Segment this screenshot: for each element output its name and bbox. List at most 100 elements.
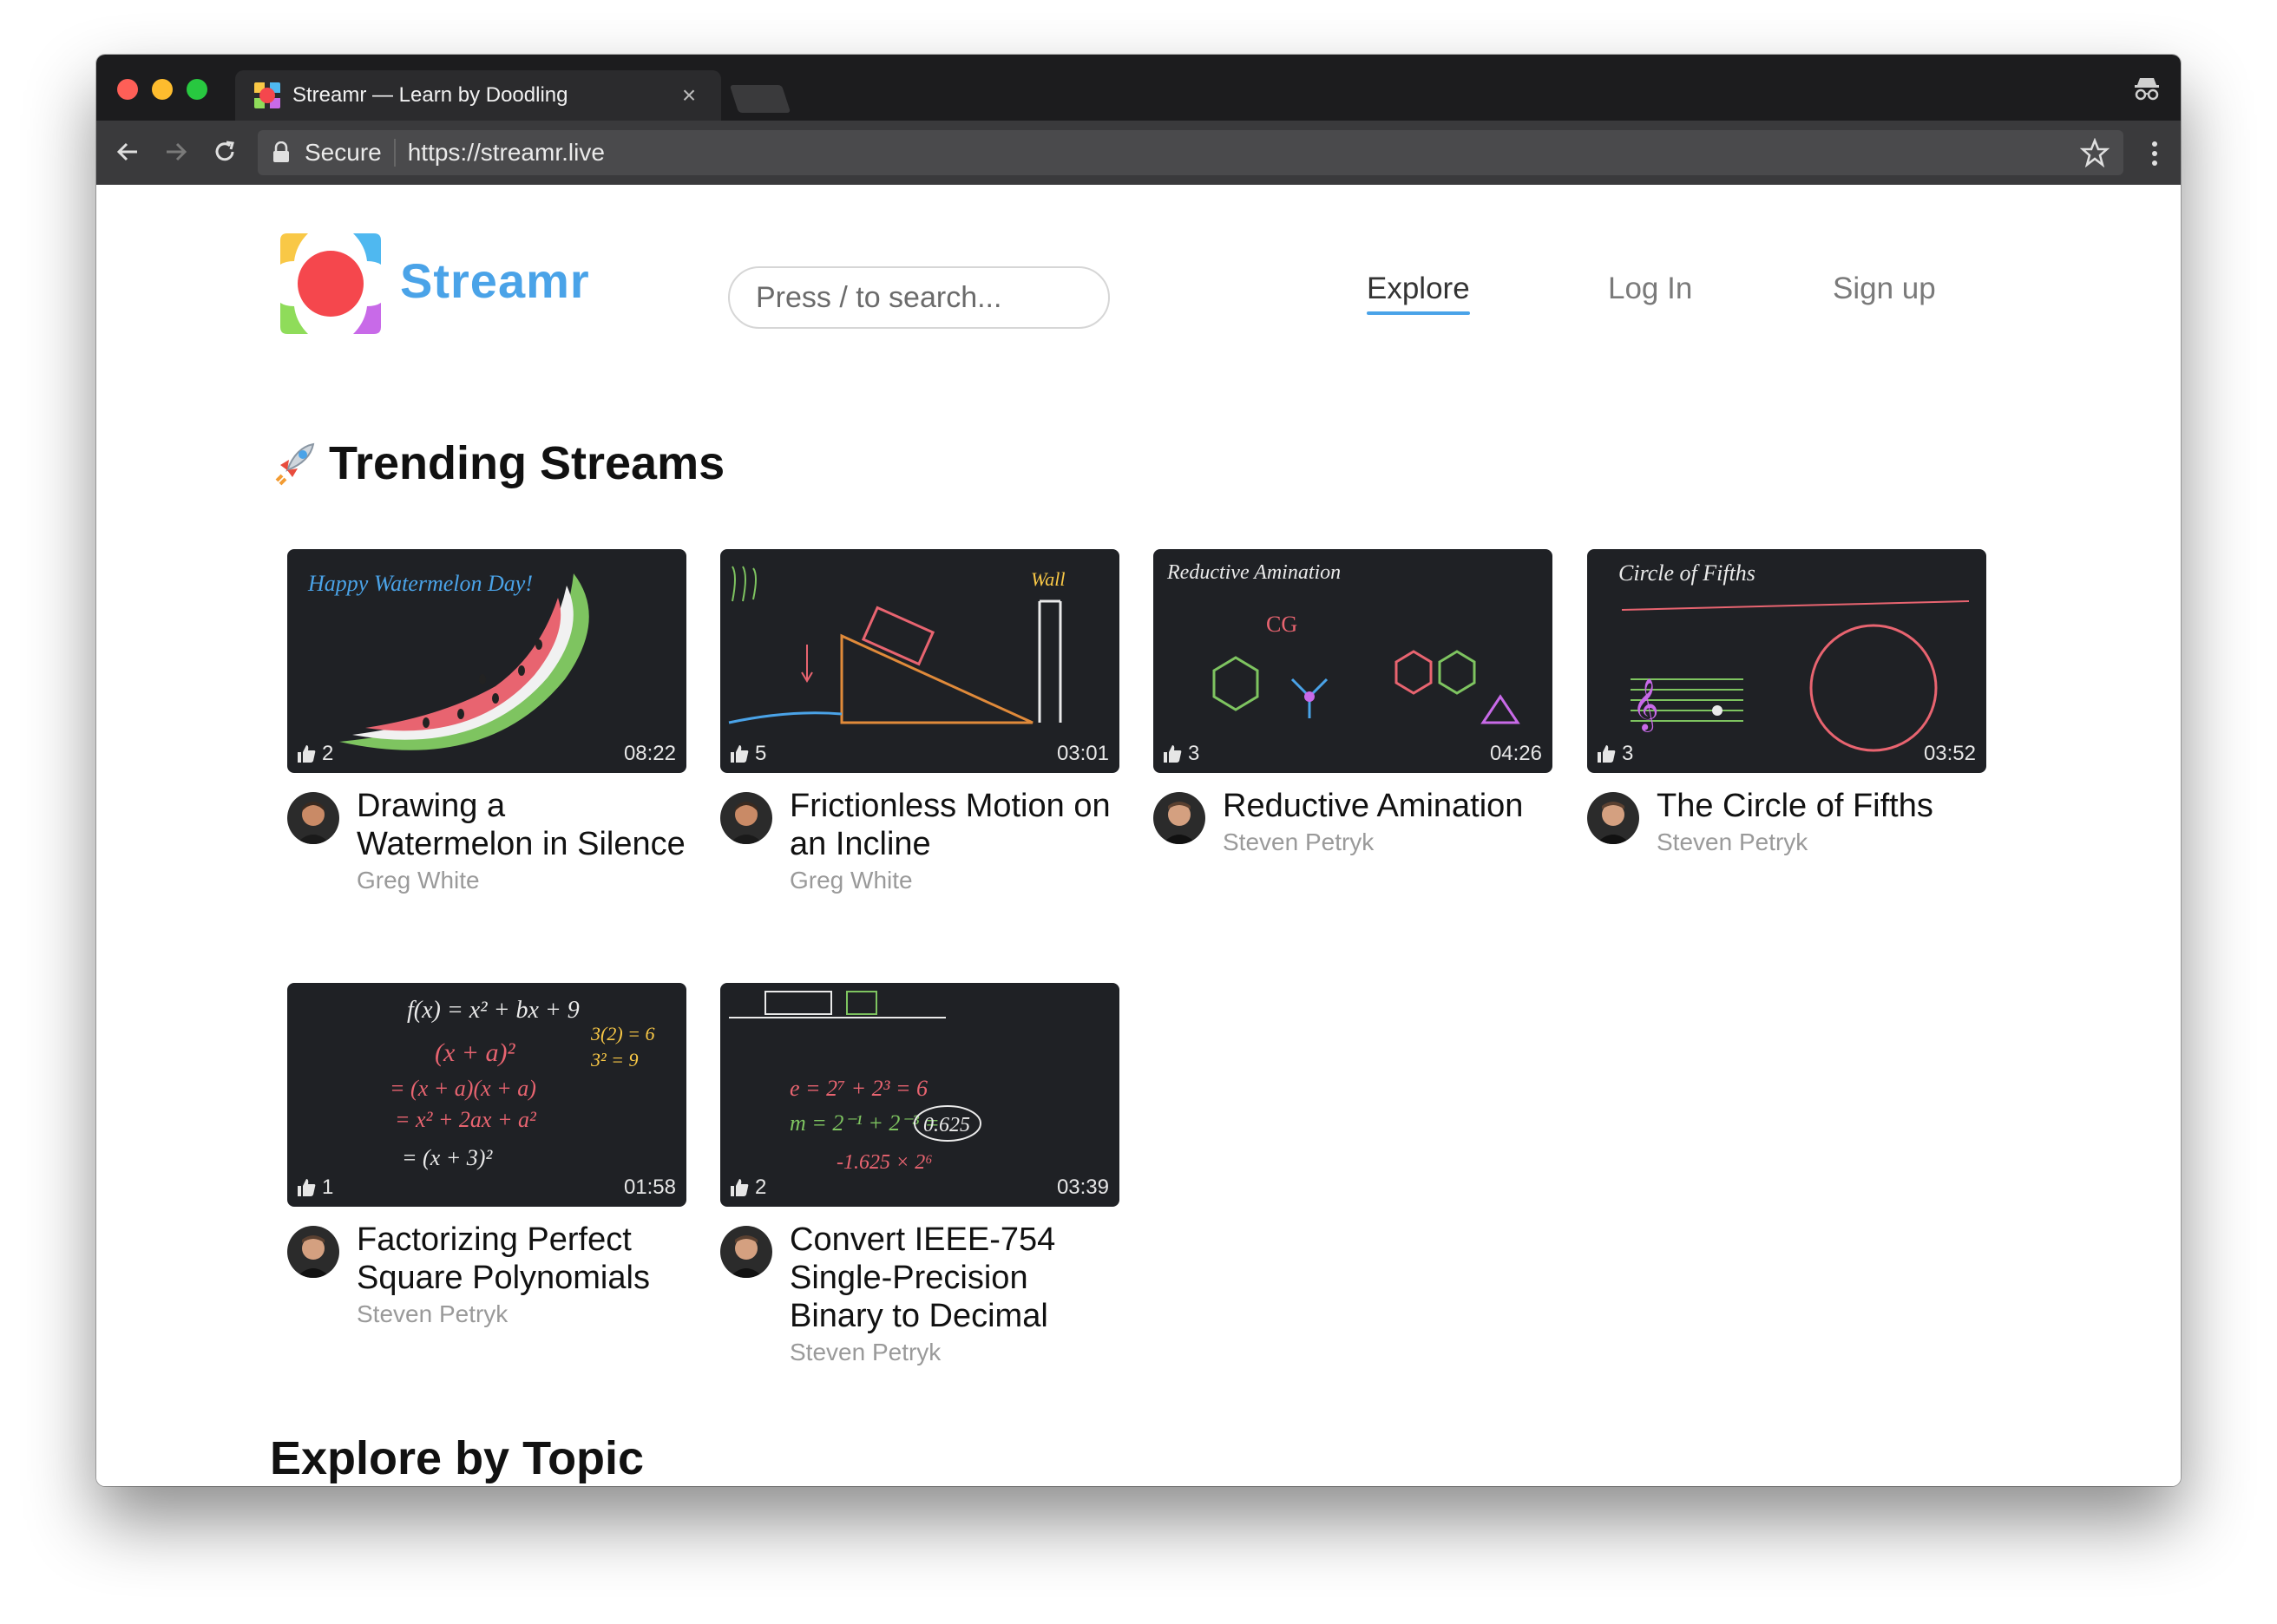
svg-text:CG: CG xyxy=(1266,612,1297,637)
brand-name[interactable]: Streamr xyxy=(400,252,590,309)
explore-section-heading: Explore by Topic xyxy=(270,1431,644,1485)
stream-title[interactable]: Reductive Amination xyxy=(1223,787,1552,825)
like-count: 2 xyxy=(296,742,333,766)
nav-explore-link[interactable]: Explore xyxy=(1367,272,1470,315)
stream-author[interactable]: Steven Petryk xyxy=(790,1339,1119,1366)
window-maximize-button[interactable] xyxy=(187,79,207,100)
streamr-logo-icon[interactable] xyxy=(277,230,384,337)
avatar[interactable] xyxy=(720,792,772,844)
thumbs-up-icon xyxy=(1598,745,1616,763)
thumb-text: Happy Watermelon Day! xyxy=(307,571,533,596)
like-count: 3 xyxy=(1162,742,1199,766)
page-content: Streamr Explore Log In Sign up Trending … xyxy=(96,185,2181,1486)
lock-icon xyxy=(273,141,289,162)
duration-badge: 01:58 xyxy=(623,1175,676,1199)
favicon-icon xyxy=(254,82,280,108)
like-count-value: 3 xyxy=(1188,742,1200,765)
duration-badge: 03:52 xyxy=(1923,742,1976,765)
stream-title[interactable]: The Circle of Fifths xyxy=(1657,787,1986,825)
forward-button[interactable] xyxy=(159,134,194,169)
star-icon[interactable] xyxy=(2080,138,2110,167)
tab-title: Streamr — Learn by Doodling xyxy=(292,83,568,107)
like-count-value: 3 xyxy=(1622,742,1634,765)
like-count: 1 xyxy=(296,1175,333,1200)
tab-close-icon[interactable]: × xyxy=(676,82,702,109)
thumb-text: Circle of Fifths xyxy=(1618,560,1755,586)
forward-arrow-icon xyxy=(167,142,187,161)
back-button[interactable] xyxy=(110,134,145,169)
incognito-icon xyxy=(2135,78,2159,101)
svg-text:m = 2⁻¹ + 2⁻³ =: m = 2⁻¹ + 2⁻³ = xyxy=(790,1110,940,1136)
thumb-text: Wall xyxy=(1031,568,1066,590)
stream-card[interactable]: e = 2⁷ + 2³ = 6 m = 2⁻¹ + 2⁻³ = 0.625 -1… xyxy=(720,983,1119,1366)
stream-card[interactable]: Circle of Fifths 𝄞 3 03:52 The Circle of… xyxy=(1587,549,1986,856)
duration-badge: 08:22 xyxy=(623,742,676,765)
stream-title[interactable]: Drawing a Watermelon in Silence xyxy=(357,787,686,863)
trending-title: Trending Streams xyxy=(329,437,725,489)
stream-author[interactable]: Greg White xyxy=(790,867,1119,894)
svg-text:(x + a)²: (x + a)² xyxy=(435,1038,516,1067)
window-minimize-button[interactable] xyxy=(152,79,173,100)
tab-strip: Streamr — Learn by Doodling × xyxy=(96,55,2181,121)
stream-card[interactable]: Wall 5 03:01 Frictionless Motion on an I… xyxy=(720,549,1119,894)
stream-card[interactable]: Reductive Amination CG 3 04:26 Reductive… xyxy=(1153,549,1552,856)
stream-thumbnail[interactable]: e = 2⁷ + 2³ = 6 m = 2⁻¹ + 2⁻³ = 0.625 -1… xyxy=(720,983,1119,1207)
stream-card[interactable]: f(x) = x² + bx + 9 (x + a)² = (x + a)(x … xyxy=(287,983,686,1328)
stream-thumbnail[interactable]: f(x) = x² + bx + 9 (x + a)² = (x + a)(x … xyxy=(287,983,686,1207)
avatar[interactable] xyxy=(287,792,339,844)
like-count: 2 xyxy=(729,1175,766,1200)
thumbs-up-icon xyxy=(731,1179,749,1196)
svg-text:= (x + 3)²: = (x + 3)² xyxy=(402,1145,493,1170)
address-bar[interactable]: Secure https://streamr.live xyxy=(258,130,2123,175)
rocket-icon xyxy=(275,442,315,486)
url-text[interactable]: https://streamr.live xyxy=(408,139,2080,167)
trending-section-heading: Trending Streams xyxy=(270,436,725,490)
nav-signup-link[interactable]: Sign up xyxy=(1833,272,1936,306)
thumbs-up-icon xyxy=(731,745,749,763)
stream-title[interactable]: Frictionless Motion on an Incline xyxy=(790,787,1119,863)
avatar[interactable] xyxy=(1587,792,1639,844)
browser-toolbar: Secure https://streamr.live xyxy=(96,121,2181,185)
like-count-value: 2 xyxy=(755,1175,767,1199)
stream-thumbnail[interactable]: Circle of Fifths 𝄞 3 03:52 xyxy=(1587,549,1986,773)
duration-badge: 03:01 xyxy=(1056,742,1109,765)
thumbs-up-icon xyxy=(298,745,316,763)
back-arrow-icon xyxy=(116,142,137,161)
avatar[interactable] xyxy=(1153,792,1205,844)
stream-title[interactable]: Convert IEEE-754 Single-Precision Binary… xyxy=(790,1221,1119,1335)
window-close-button[interactable] xyxy=(117,79,138,100)
stream-thumbnail[interactable]: Wall 5 03:01 xyxy=(720,549,1119,773)
stream-author[interactable]: Steven Petryk xyxy=(1223,828,1552,856)
like-count-value: 1 xyxy=(322,1175,334,1199)
avatar[interactable] xyxy=(720,1226,772,1278)
stream-card[interactable]: Happy Watermelon Day! 2 08:22 Drawing a … xyxy=(287,549,686,894)
browser-tab[interactable]: Streamr — Learn by Doodling × xyxy=(235,70,721,121)
ieee754-drawing: e = 2⁷ + 2³ = 6 m = 2⁻¹ + 2⁻³ = 0.625 -1… xyxy=(729,991,981,1174)
stream-author[interactable]: Greg White xyxy=(357,867,686,894)
amination-drawing: Reductive Amination CG xyxy=(1166,561,1520,724)
stream-author[interactable]: Steven Petryk xyxy=(1657,828,1986,856)
new-tab-button[interactable] xyxy=(729,85,791,113)
svg-text:3² = 9: 3² = 9 xyxy=(590,1049,638,1071)
svg-text:-1.625 × 2⁶: -1.625 × 2⁶ xyxy=(837,1151,933,1174)
stream-author[interactable]: Steven Petryk xyxy=(357,1300,686,1328)
svg-text:= (x + a)(x + a): = (x + a)(x + a) xyxy=(390,1076,536,1101)
stream-title[interactable]: Factorizing Perfect Square Polynomials xyxy=(357,1221,686,1297)
stream-thumbnail[interactable]: Reductive Amination CG 3 04:26 xyxy=(1153,549,1552,773)
thumb-text: 0.625 xyxy=(923,1114,970,1136)
svg-text:= x² + 2ax + a²: = x² + 2ax + a² xyxy=(395,1107,537,1132)
nav-login-link[interactable]: Log In xyxy=(1608,272,1692,306)
reload-button[interactable] xyxy=(207,134,242,169)
like-count-value: 2 xyxy=(322,742,334,765)
search-input[interactable] xyxy=(728,266,1110,329)
svg-text:e = 2⁷ + 2³ = 6: e = 2⁷ + 2³ = 6 xyxy=(790,1076,928,1101)
thumb-text: Reductive Amination xyxy=(1166,561,1341,584)
duration-badge: 03:39 xyxy=(1056,1175,1109,1199)
browser-menu-icon[interactable] xyxy=(2149,140,2160,167)
stream-thumbnail[interactable]: Happy Watermelon Day! 2 08:22 xyxy=(287,549,686,773)
like-count: 5 xyxy=(729,742,766,766)
incline-drawing: Wall xyxy=(728,566,1066,724)
avatar[interactable] xyxy=(287,1226,339,1278)
watermelon-drawing: Happy Watermelon Day! xyxy=(307,571,589,750)
browser-window: Streamr — Learn by Doodling × Secure htt… xyxy=(96,55,2181,1486)
